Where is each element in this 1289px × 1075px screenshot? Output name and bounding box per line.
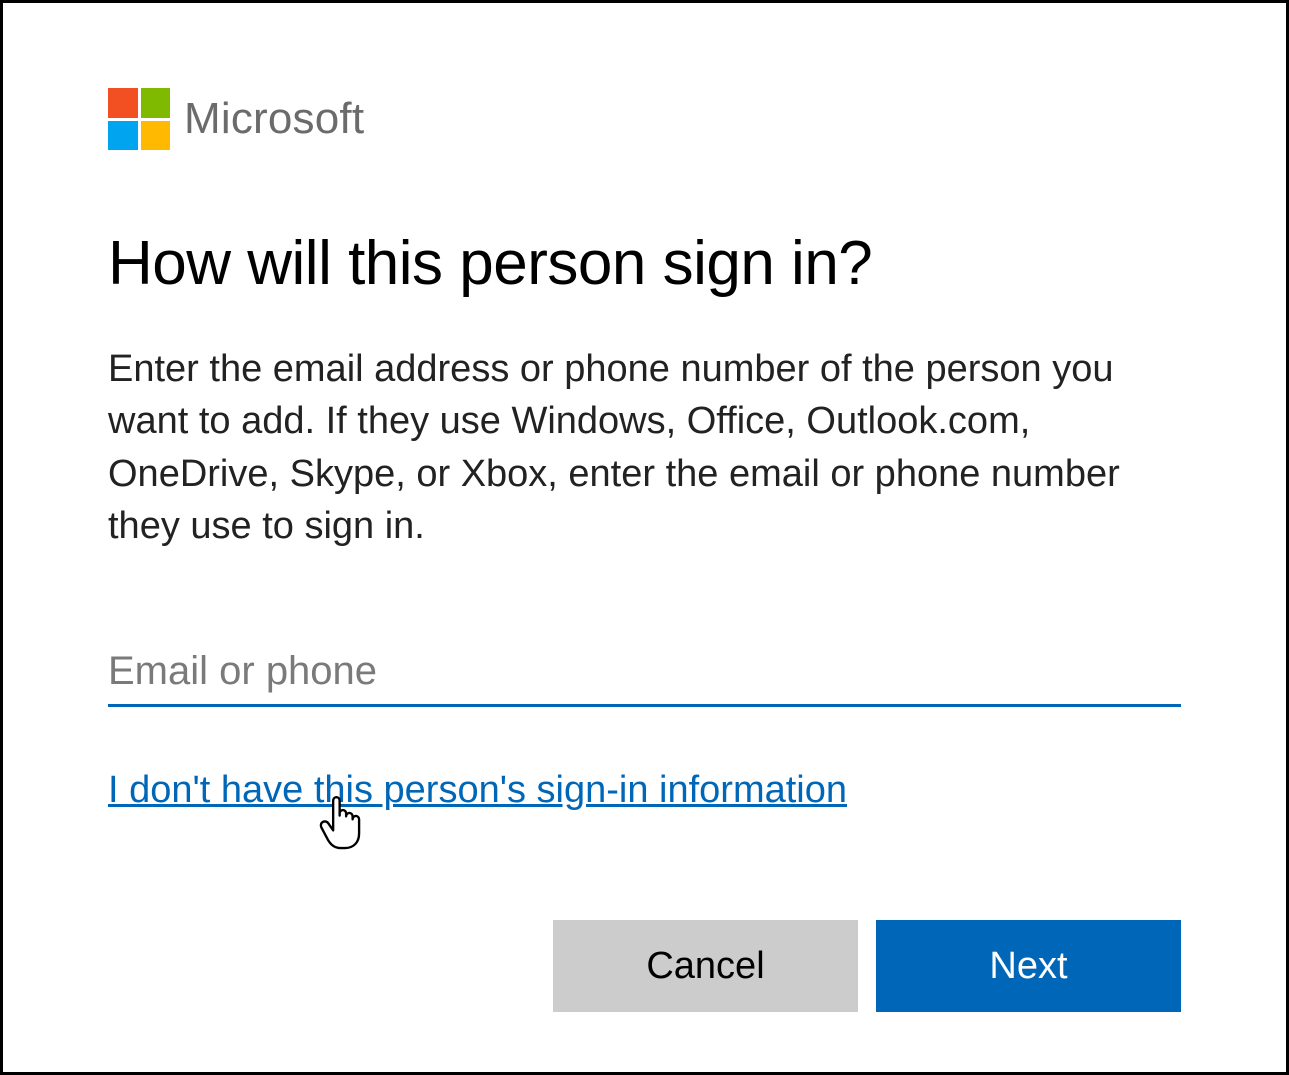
next-button[interactable]: Next <box>876 920 1181 1012</box>
microsoft-logo-icon <box>108 88 170 150</box>
brand-row: Microsoft <box>108 88 1181 150</box>
dialog-button-row: Cancel Next <box>108 920 1181 1012</box>
brand-name: Microsoft <box>184 94 364 144</box>
add-user-dialog: Microsoft How will this person sign in? … <box>0 0 1289 1075</box>
email-input-wrap <box>108 643 1181 707</box>
email-or-phone-input[interactable] <box>108 643 1181 707</box>
cancel-button[interactable]: Cancel <box>553 920 858 1012</box>
no-info-link-row: I don't have this person's sign-in infor… <box>108 769 1181 812</box>
no-sign-in-info-link[interactable]: I don't have this person's sign-in infor… <box>108 769 847 812</box>
dialog-heading: How will this person sign in? <box>108 228 1181 299</box>
dialog-description: Enter the email address or phone number … <box>108 343 1158 553</box>
